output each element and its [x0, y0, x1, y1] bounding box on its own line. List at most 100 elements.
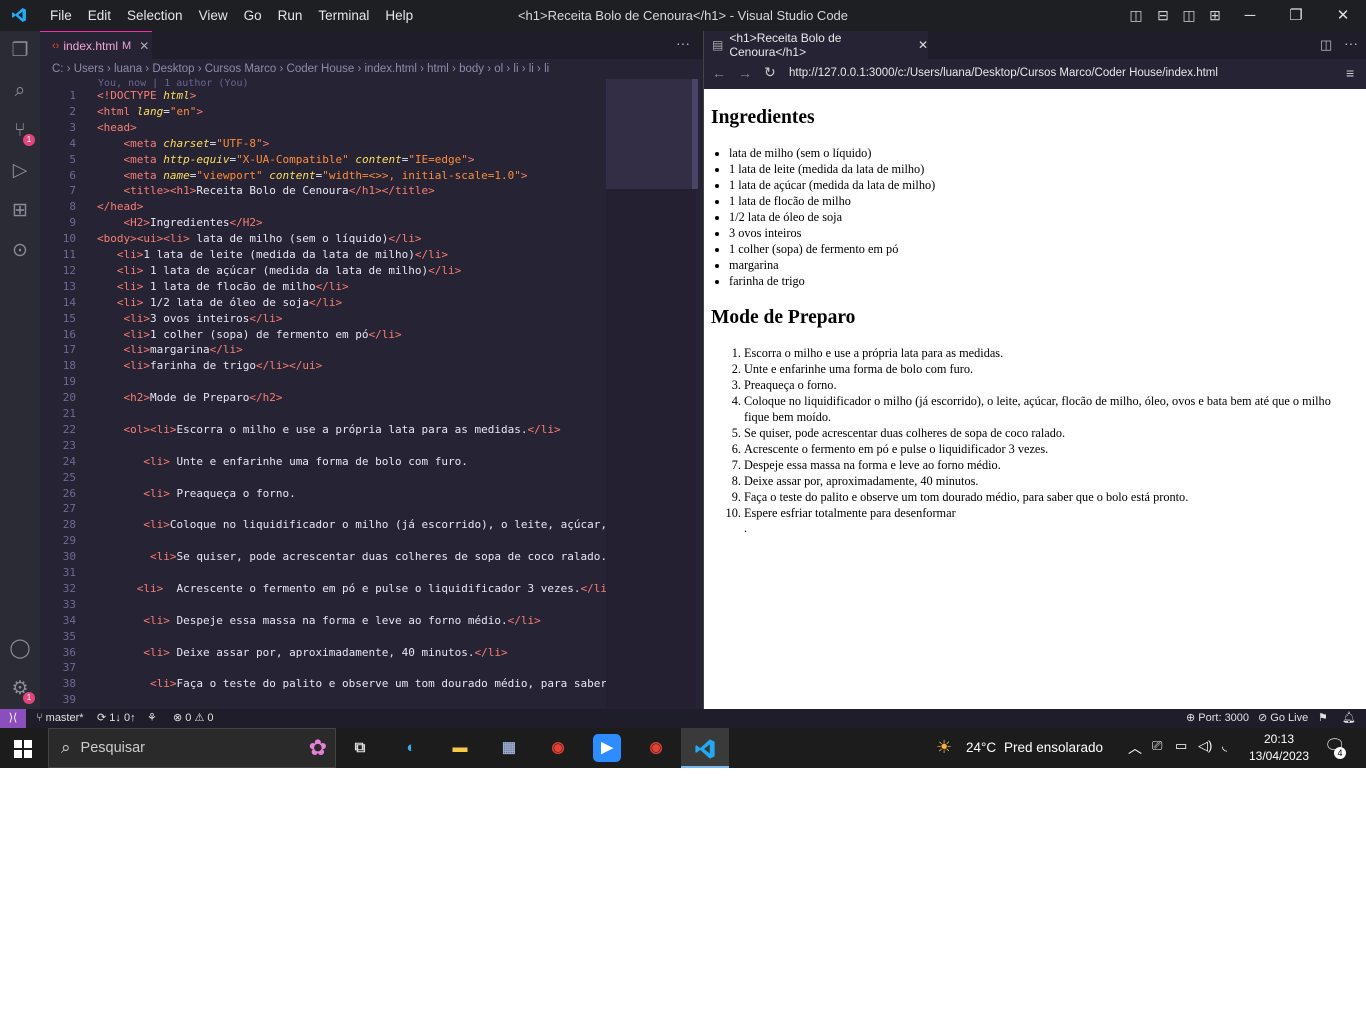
weather-temp[interactable]: 24°C: [966, 740, 996, 755]
code-line[interactable]: <html lang="en">: [97, 105, 203, 118]
menu-selection[interactable]: Selection: [119, 8, 191, 23]
code-line[interactable]: <title><h1>Receita Bolo de Cenoura</h1><…: [97, 184, 435, 197]
code-line[interactable]: <li> Deixe assar por, aproximadamente, 4…: [97, 646, 507, 659]
code-line[interactable]: <li> 1 lata de flocão de milho</li>: [97, 280, 349, 293]
code-line[interactable]: <ol><li>Escorra o milho e use a própria …: [97, 423, 561, 436]
split-editor-icon[interactable]: ◫: [1320, 37, 1332, 53]
git-graph-icon[interactable]: ⊙: [8, 239, 32, 263]
tab-index-html[interactable]: ‹› index.html M ✕: [40, 31, 152, 59]
windows-start-icon[interactable]: [14, 740, 32, 758]
search-icon[interactable]: ⌕: [8, 79, 32, 103]
minimize-button[interactable]: ─: [1227, 0, 1273, 31]
notifications-bell-icon[interactable]: 🔔︎: [1342, 709, 1356, 728]
close-window-button[interactable]: ✕: [1320, 0, 1366, 31]
tab-preview[interactable]: ▤ <h1>Receita Bolo de Cenoura</h1> ✕: [704, 31, 928, 59]
code-line[interactable]: <!DOCTYPE html>: [97, 89, 196, 102]
code-line[interactable]: <H2>Ingredientes</H2>: [97, 216, 263, 229]
menu-file[interactable]: File: [42, 8, 80, 23]
file-explorer-icon[interactable]: ▬: [446, 734, 474, 762]
code-line[interactable]: <meta charset="UTF-8">: [97, 137, 270, 150]
breadcrumb[interactable]: C: › Users › luana › Desktop › Cursos Ma…: [52, 59, 702, 79]
code-line[interactable]: <li>3 ovos inteiros</li>: [97, 312, 283, 325]
taskbar-search[interactable]: ⌕ Pesquisar ✿: [48, 728, 336, 768]
code-line[interactable]: </head>: [97, 200, 143, 213]
settings-gear-icon[interactable]: ⚙ 1: [8, 677, 35, 704]
chrome-icon[interactable]: ◉: [544, 734, 572, 762]
customize-layout-icon[interactable]: ⊞: [1207, 7, 1223, 23]
close-tab-icon[interactable]: ✕: [139, 39, 149, 53]
clock-date[interactable]: 13/04/2023: [1244, 749, 1314, 763]
toggle-secondary-sidebar-icon[interactable]: ◫: [1181, 7, 1197, 23]
ingredient-item: 1 lata de flocão de milho: [729, 193, 1366, 209]
clock-time[interactable]: 20:13: [1249, 732, 1309, 746]
code-line[interactable]: <li>Faça o teste do palito e observe um …: [97, 677, 606, 690]
wifi-icon[interactable]: ◟: [1222, 738, 1227, 754]
sync-status[interactable]: ⟳ 1↓ 0↑: [97, 709, 136, 728]
remote-icon[interactable]: ⟩⟨: [0, 709, 26, 728]
url-field[interactable]: http://127.0.0.1:3000/c:/Users/luana/Des…: [789, 67, 1218, 79]
code-line[interactable]: <li> 1/2 lata de óleo de soja</li>: [97, 296, 342, 309]
preview-more-icon[interactable]: ···: [1344, 35, 1358, 51]
line-number: 8: [69, 200, 76, 214]
edge-icon[interactable]: ◐: [397, 734, 425, 762]
code-line[interactable]: <li>1 lata de leite (medida da lata de m…: [97, 248, 448, 261]
menu-run[interactable]: Run: [270, 8, 311, 23]
code-line[interactable]: <li>Se quiser, pode acrescentar duas col…: [97, 550, 606, 563]
code-line[interactable]: <li>farinha de trigo</li></ui>: [97, 359, 323, 372]
run-debug-icon[interactable]: ▷: [8, 159, 32, 183]
volume-icon[interactable]: ◁): [1198, 738, 1212, 754]
code-line[interactable]: <li> Despeje essa massa na forma e leve …: [97, 614, 540, 627]
menu-view[interactable]: View: [191, 8, 236, 23]
feedback-icon[interactable]: ⚑: [1318, 709, 1328, 728]
code-line[interactable]: <li> Preaqueça o forno.: [97, 487, 295, 500]
zoom-icon[interactable]: ▶: [593, 734, 621, 762]
code-line[interactable]: <body><ui><li> lata de milho (sem o líqu…: [97, 232, 422, 245]
back-icon[interactable]: ←: [712, 65, 726, 81]
code-area[interactable]: 1 <!DOCTYPE html> 2 <html lang="en"> 3 <head>…: [40, 89, 606, 709]
code-line[interactable]: <h2>Mode de Preparo</h2>: [97, 391, 283, 404]
extensions-icon[interactable]: ⊞: [8, 199, 32, 223]
go-live-button[interactable]: ⊘ Go Live: [1258, 709, 1308, 728]
explorer-icon[interactable]: ❐: [8, 39, 32, 63]
preview-menu-icon[interactable]: ≡: [1346, 65, 1354, 81]
reload-icon[interactable]: ↻: [764, 64, 776, 81]
code-line[interactable]: <li> 1 lata de açúcar (medida da lata de…: [97, 264, 461, 277]
battery-icon[interactable]: ▭: [1175, 738, 1187, 754]
editor-scrollbar[interactable]: [692, 79, 698, 189]
calculator-icon[interactable]: ▦: [495, 734, 523, 762]
menu-terminal[interactable]: Terminal: [310, 8, 377, 23]
meet-now-icon[interactable]: ⎚: [1152, 738, 1162, 754]
code-line[interactable]: <meta http-equiv="X-UA-Compatible" conte…: [97, 153, 475, 166]
chrome-profile-icon[interactable]: ◉: [642, 734, 670, 762]
forward-icon[interactable]: →: [738, 65, 752, 81]
task-view-icon[interactable]: ⧉: [346, 734, 374, 762]
toggle-sidebar-icon[interactable]: ◫: [1128, 7, 1144, 23]
branch-status[interactable]: ⑂ master*: [36, 709, 84, 728]
line-number: 35: [62, 629, 76, 643]
close-preview-tab-icon[interactable]: ✕: [918, 38, 928, 52]
code-line[interactable]: <meta name="viewport" content="width=<>>…: [97, 169, 528, 182]
source-control-icon[interactable]: ⑂ 1: [8, 119, 35, 146]
code-line[interactable]: <li>1 colher (sopa) de fermento em pó</l…: [97, 328, 402, 341]
weather-desc[interactable]: Pred ensolarado: [1004, 740, 1103, 755]
code-line[interactable]: <li> Unte e enfarinhe uma forma de bolo …: [97, 455, 468, 468]
minimap-viewport[interactable]: [606, 79, 696, 189]
code-line[interactable]: <li> Acrescente o fermento em pó e pulse…: [97, 582, 606, 595]
weather-icon[interactable]: ☀: [936, 737, 952, 758]
line-number: 11: [62, 248, 76, 261]
restore-button[interactable]: ❐: [1273, 0, 1319, 31]
git-graph-status-icon[interactable]: ⚘: [147, 709, 157, 728]
menu-edit[interactable]: Edit: [80, 8, 119, 23]
port-status[interactable]: ⊕ Port: 3000: [1186, 709, 1249, 728]
code-line[interactable]: <head>: [97, 121, 137, 134]
problems-status[interactable]: ⊗ 0 ⚠ 0: [173, 709, 213, 728]
vscode-taskbar-button[interactable]: [681, 728, 729, 768]
chevron-up-icon[interactable]: ︿: [1128, 738, 1142, 758]
account-icon[interactable]: ◯: [8, 637, 32, 661]
code-line[interactable]: <li>margarina</li>: [97, 343, 243, 356]
toggle-panel-icon[interactable]: ⊟: [1155, 7, 1171, 23]
ingredient-item: 1 lata de açúcar (medida da lata de milh…: [729, 177, 1366, 193]
more-actions-icon[interactable]: ···: [676, 35, 690, 51]
menu-go[interactable]: Go: [236, 8, 270, 23]
code-line[interactable]: <li>Coloque no liquidificador o milho (j…: [97, 518, 606, 531]
